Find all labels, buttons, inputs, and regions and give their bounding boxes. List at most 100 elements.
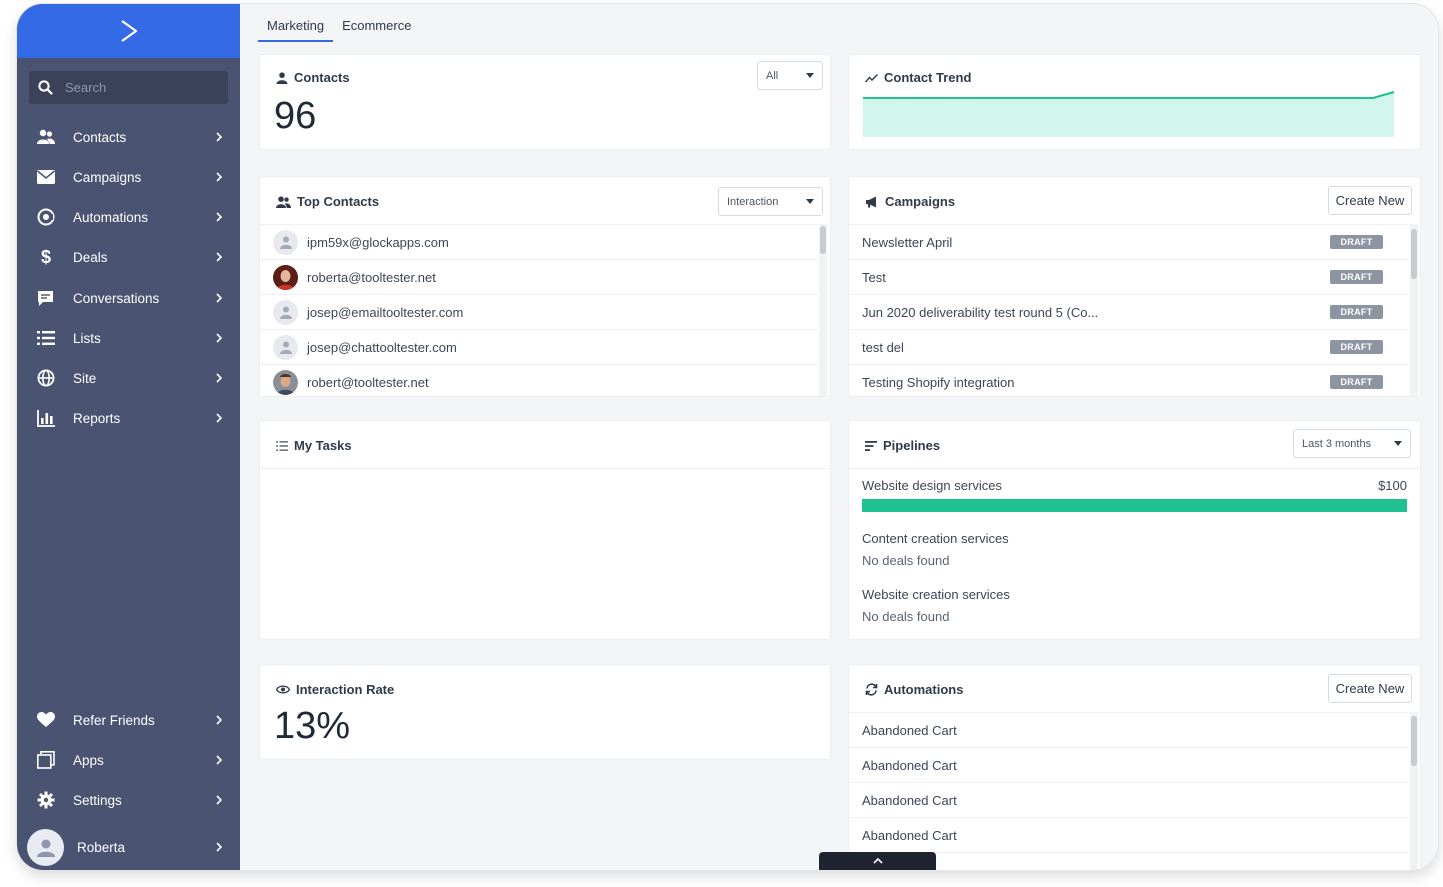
envelope-icon [37,168,55,186]
pipeline-name: Website creation services [862,587,1010,602]
apps-icon [37,751,55,769]
nav-item-conversations[interactable]: Conversations [17,278,240,318]
nav-item-site[interactable]: Site [17,358,240,398]
dropdown-value: All [766,69,779,82]
nav-item-contacts[interactable]: Contacts [17,117,240,157]
nav-item-settings[interactable]: Settings [17,780,240,820]
search-input[interactable] [65,80,215,95]
chevron-right-icon [216,172,223,182]
pipelines-range-dropdown[interactable]: Last 3 months [1293,429,1411,458]
nav-label: Apps [73,752,104,768]
status-badge: DRAFT [1330,340,1383,354]
automation-row[interactable]: Abandoned Cart [849,782,1407,817]
top-contacts-card: Top Contacts Interaction ipm59x@glockapp… [259,176,831,397]
contact-email: robert@tooltester.net [307,374,429,390]
search-box[interactable] [29,71,228,104]
pipeline-amount: $100 [1378,478,1407,493]
automation-row[interactable]: Abandoned Cart [849,747,1407,782]
pipeline-empty-note: No deals found [862,553,950,568]
automation-name: Abandoned Cart [862,757,957,773]
interaction-rate-card: Interaction Rate 13% [259,664,831,760]
scrollbar-thumb[interactable] [1411,716,1417,766]
nav-label: Contacts [73,129,127,145]
automations-scrollbar[interactable] [1410,712,1418,870]
campaign-row[interactable]: test del DRAFT [849,329,1407,364]
scrollbar-thumb[interactable] [1411,229,1417,279]
create-campaign-button[interactable]: Create New [1328,186,1412,215]
contacts-count: 96 [274,95,317,137]
logo-bar[interactable] [17,4,240,58]
status-badge: DRAFT [1330,305,1383,319]
divider [849,468,1420,469]
scrollbar-thumb[interactable] [820,226,826,254]
campaign-row[interactable]: Jun 2020 deliverability test round 5 (Co… [849,294,1407,329]
nav-label: Site [73,370,97,386]
card-title: My Tasks [276,438,352,453]
automations-title: Automations [884,682,964,697]
campaign-name: Jun 2020 deliverability test round 5 (Co… [862,304,1099,320]
contact-email: roberta@tooltester.net [307,269,436,285]
nav-item-reports[interactable]: Reports [17,398,240,438]
divider [260,468,830,469]
contact-row[interactable]: josep@chattooltester.com [260,329,818,364]
chevron-right-icon [216,755,223,765]
nav-item-lists[interactable]: Lists [17,318,240,358]
chevron-right-icon [216,333,223,343]
campaign-row[interactable]: Test DRAFT [849,259,1407,294]
card-title: Campaigns [865,194,955,209]
card-title: Contact Trend [865,70,971,85]
search-icon [38,80,53,95]
campaign-row[interactable]: Newsletter April DRAFT [849,224,1407,259]
nav-label: Automations [73,209,149,225]
contact-row[interactable]: ipm59x@glockapps.com [260,224,818,259]
user-menu[interactable]: Roberta [17,827,240,867]
campaign-row[interactable]: Testing Shopify integration DRAFT [849,364,1407,396]
caret-down-icon [1394,441,1402,446]
interaction-rate-value: 13% [274,705,351,747]
campaign-name: Test [862,269,886,285]
dropdown-value: Last 3 months [1302,437,1372,450]
chevron-right-icon [216,715,223,725]
nav-item-campaigns[interactable]: Campaigns [17,157,240,197]
top-contacts-sort-dropdown[interactable]: Interaction [718,187,823,216]
logo-icon [120,20,137,42]
chevron-right-icon [216,413,223,423]
contact-email: josep@chattooltester.com [307,339,457,355]
list-icon [37,329,55,347]
top-contacts-title: Top Contacts [297,194,380,209]
contact-email: josep@emailtooltester.com [307,304,464,320]
contacts-icon [37,128,55,146]
create-automation-button[interactable]: Create New [1328,674,1412,703]
photo-avatar [273,264,298,290]
photo-avatar [273,369,298,395]
contact-row[interactable]: robert@tooltester.net [260,364,818,396]
top-contacts-scrollbar[interactable] [819,224,827,396]
my-tasks-title: My Tasks [294,438,352,453]
megaphone-icon [866,196,876,207]
nav-item-automations[interactable]: Automations [17,197,240,237]
status-badge: DRAFT [1330,375,1383,389]
nav-item-apps[interactable]: Apps [17,740,240,780]
automations-card: Automations Create New Abandoned Cart Ab… [848,664,1421,870]
tab-ecommerce[interactable]: Ecommerce [333,12,420,42]
nav-item-deals[interactable]: $ Deals [17,237,240,277]
chevron-up-icon [872,857,883,864]
trend-line [863,91,1395,99]
my-tasks-card: My Tasks [259,420,831,640]
chevron-right-icon [216,795,223,805]
automation-row[interactable]: Abandoned Cart [849,817,1407,852]
task-list-icon [276,440,288,451]
contact-row[interactable]: roberta@tooltester.net [260,259,818,294]
nav-item-refer-friends[interactable]: Refer Friends [17,700,240,740]
card-title: Top Contacts [276,194,379,209]
collapse-panel-handle[interactable] [819,852,936,870]
sidebar: Contacts Campaigns Automations $ Deals C… [17,4,240,870]
campaigns-scrollbar[interactable] [1410,224,1418,396]
automation-row[interactable]: Abandoned Cart [849,712,1407,747]
campaigns-card: Campaigns Create New Newsletter April DR… [848,176,1421,397]
contact-row[interactable]: josep@emailtooltester.com [260,294,818,329]
tab-marketing[interactable]: Marketing [258,12,334,42]
contacts-filter-dropdown[interactable]: All [757,61,823,90]
contact-email: ipm59x@glockapps.com [307,234,449,250]
status-badge: DRAFT [1330,270,1383,284]
